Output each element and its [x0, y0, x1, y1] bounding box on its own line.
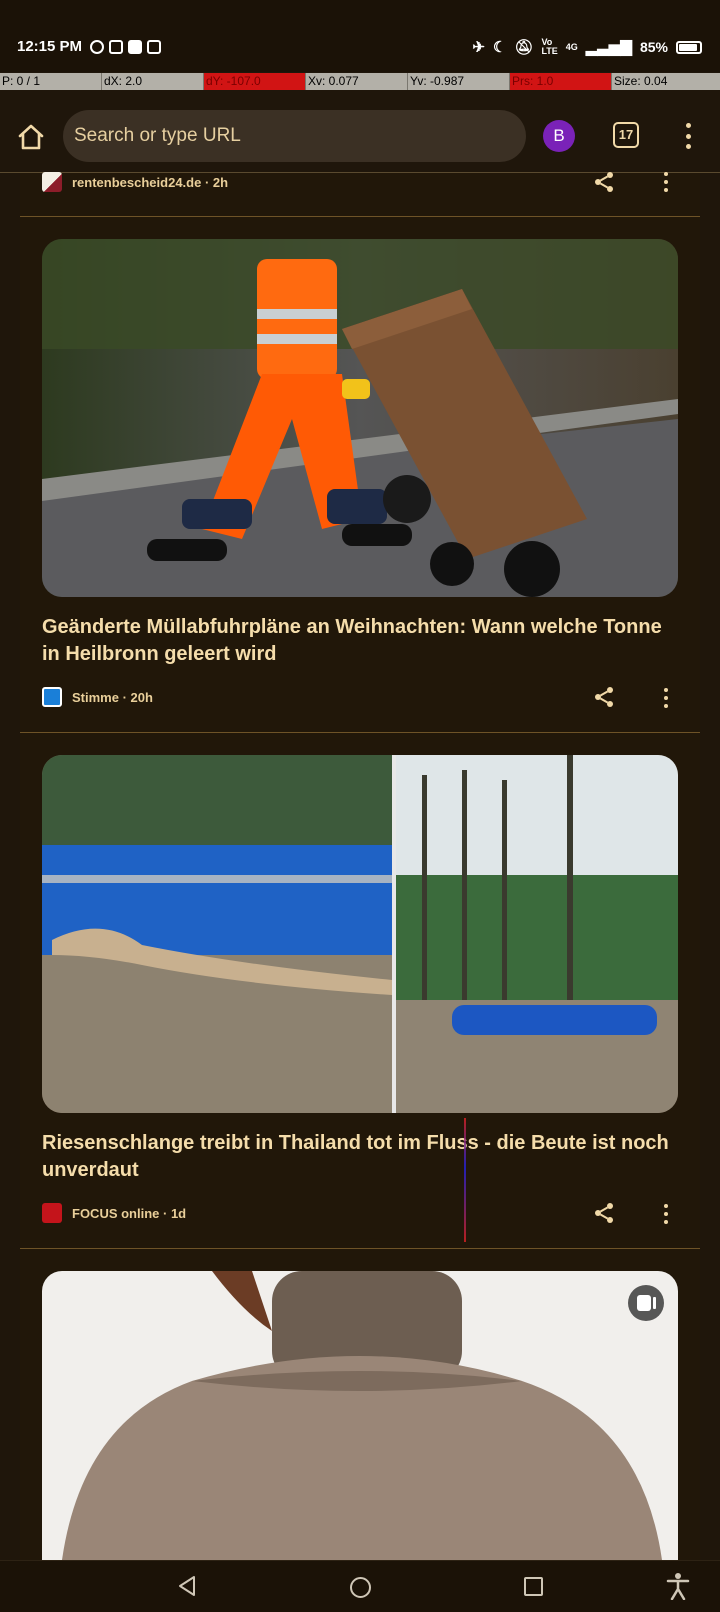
network-type: 4G	[565, 42, 578, 52]
source-label: Stimme · 20h	[72, 689, 153, 705]
share-icon[interactable]	[592, 685, 616, 709]
overflow-menu-icon[interactable]	[682, 120, 694, 152]
card-more-icon[interactable]	[662, 1204, 670, 1224]
card-4-image[interactable]	[42, 1271, 678, 1560]
vibrate-icon	[109, 40, 123, 54]
debug-xv: Xv: 0.077	[306, 73, 408, 90]
source-logo-icon	[42, 687, 62, 707]
volte-icon: Vo LTE	[541, 37, 558, 56]
debug-size: Size: 0.04	[614, 74, 668, 88]
card-2-title[interactable]: Geänderte Müllabfuhrpläne an Weihnachten…	[42, 614, 682, 668]
source-logo-icon	[42, 1203, 62, 1223]
card-3-title[interactable]: Riesenschlange treibt in Thailand tot im…	[42, 1130, 682, 1184]
debug-pressure: Prs: 1.0	[510, 73, 612, 90]
recents-icon[interactable]	[524, 1577, 543, 1596]
home-nav-icon[interactable]	[350, 1577, 371, 1598]
card-3-image[interactable]	[42, 755, 678, 1113]
eye-icon	[147, 40, 161, 54]
card-3-source[interactable]: FOCUS online · 1d	[42, 1203, 186, 1223]
battery-icon	[676, 40, 702, 54]
card-1-source[interactable]: rentenbescheid24.de · 2h	[42, 172, 228, 192]
card-divider	[20, 732, 700, 733]
share-icon[interactable]	[592, 170, 616, 194]
bell-off-icon: 🔕︎	[514, 39, 534, 56]
record-icon	[90, 40, 104, 54]
card-2-image[interactable]	[42, 239, 678, 597]
source-label: FOCUS online · 1d	[72, 1205, 187, 1221]
battery-percent: 85%	[639, 39, 668, 55]
status-right-icons: ✈ ☾ 🔕︎ Vo LTE 4G ▂▃▅▇ 85%	[472, 38, 702, 56]
system-nav-bar	[0, 1560, 720, 1612]
card-2-source[interactable]: Stimme · 20h	[42, 687, 153, 707]
moon-icon: ☾	[492, 39, 507, 56]
airplane-off-icon: ✈	[472, 39, 485, 56]
source-label: rentenbescheid24.de · 2h	[72, 174, 229, 190]
debug-dx: dX: 2.0	[102, 73, 204, 90]
app-icon	[128, 40, 142, 54]
status-bar: 12:15 PM ✈ ☾ 🔕︎ Vo LTE 4G ▂▃▅▇ 85%	[0, 0, 720, 72]
debug-pointer: P: 0 / 1	[0, 73, 102, 90]
browser-toolbar: Search or type URL B 17	[0, 100, 720, 172]
pointer-location-bar: P: 0 / 1 dX: 2.0 dY: -107.0 Xv: 0.077 Yv…	[0, 73, 720, 90]
debug-dy: dY: -107.0	[204, 73, 306, 90]
touch-trace	[464, 1118, 466, 1242]
home-icon[interactable]	[16, 122, 46, 152]
accessibility-icon[interactable]	[666, 1572, 690, 1605]
card-divider	[20, 1248, 700, 1249]
account-avatar[interactable]: B	[543, 120, 575, 152]
source-logo-icon	[42, 172, 62, 192]
card-more-icon[interactable]	[662, 688, 670, 708]
url-bar[interactable]: Search or type URL	[63, 110, 526, 162]
status-time: 12:15 PM	[17, 38, 83, 55]
card-more-icon[interactable]	[662, 172, 670, 192]
status-left-icons	[90, 40, 161, 54]
tab-switcher-button[interactable]: 17	[613, 122, 639, 148]
video-indicator-icon[interactable]	[628, 1285, 664, 1321]
card-divider	[20, 216, 700, 217]
signal-icon: ▂▃▅▇	[585, 39, 632, 56]
share-icon[interactable]	[592, 1201, 616, 1225]
back-icon[interactable]	[176, 1574, 198, 1603]
debug-yv: Yv: -0.987	[408, 73, 510, 90]
